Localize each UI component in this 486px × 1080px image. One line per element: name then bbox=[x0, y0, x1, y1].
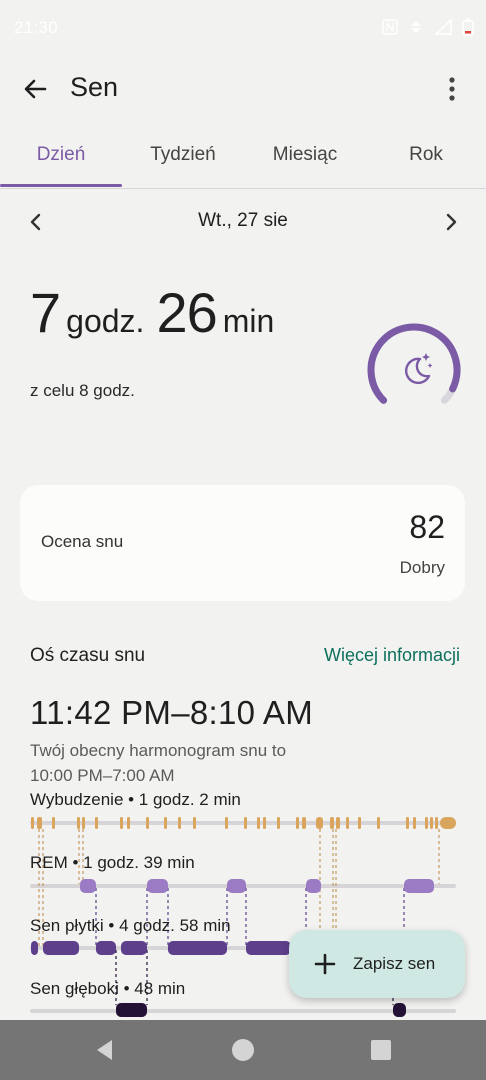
sleep-schedule: Twój obecny harmonogram snu to 10:00 PM–… bbox=[30, 738, 286, 788]
sleep-time-range: 11:42 PM–8:10 AM bbox=[30, 694, 314, 731]
duration-hours-unit: godz. bbox=[66, 303, 145, 339]
more-info-link[interactable]: Więcej informacji bbox=[324, 645, 460, 666]
current-date: Wt., 27 sie bbox=[198, 210, 288, 231]
sleep-score-value: 82 bbox=[409, 509, 445, 545]
nav-back-icon[interactable] bbox=[92, 1037, 118, 1063]
log-sleep-label: Zapisz sen bbox=[353, 954, 436, 973]
log-sleep-button[interactable]: Zapisz sen bbox=[289, 930, 465, 998]
nav-recents-icon[interactable] bbox=[368, 1037, 394, 1063]
status-time: 21:30 bbox=[14, 18, 59, 37]
duration-hours: 7 bbox=[30, 281, 61, 344]
app-bar: Sen bbox=[0, 60, 486, 116]
schedule-line-1: Twój obecny harmonogram snu to bbox=[30, 741, 287, 760]
chevron-left-icon[interactable] bbox=[24, 210, 48, 234]
stage-label-deep: Sen głęboki • 48 min bbox=[30, 979, 186, 998]
more-vert-icon[interactable] bbox=[442, 74, 462, 104]
duration-minutes: 26 bbox=[156, 281, 217, 344]
page-title: Sen bbox=[70, 72, 119, 102]
deep-track bbox=[30, 1009, 456, 1013]
duration-minutes-unit: min bbox=[222, 303, 275, 339]
sleep-score-label: Ocena snu bbox=[41, 532, 124, 551]
sleep-duration: 7 godz. 26 min bbox=[30, 280, 286, 345]
goal-progress-ring bbox=[367, 323, 461, 404]
tab-day[interactable]: Dzień bbox=[0, 144, 122, 166]
tab-month[interactable]: Miesiąc bbox=[244, 144, 366, 166]
date-navigator: Wt., 27 sie bbox=[0, 200, 486, 244]
sleep-score-quality: Dobry bbox=[399, 558, 445, 577]
battery-icon bbox=[462, 18, 474, 36]
tab-indicator bbox=[0, 184, 122, 187]
period-tabs: Dzień Tydzień Miesiąc Rok bbox=[0, 140, 486, 189]
arrow-back-icon[interactable] bbox=[20, 74, 50, 104]
plus-icon bbox=[314, 953, 336, 975]
schedule-line-2: 10:00 PM–7:00 AM bbox=[30, 766, 175, 785]
goal-text: z celu 8 godz. bbox=[30, 381, 135, 400]
stage-label-awake: Wybudzenie • 1 godz. 2 min bbox=[30, 790, 241, 809]
chevron-right-icon[interactable] bbox=[439, 210, 463, 234]
tab-year[interactable]: Rok bbox=[366, 144, 486, 166]
nav-home-icon[interactable] bbox=[230, 1037, 256, 1063]
data-icon bbox=[411, 21, 421, 33]
awake-track bbox=[30, 821, 456, 825]
sleep-score-card[interactable]: Ocena snu 82 Dobry bbox=[20, 485, 465, 601]
nfc-icon bbox=[382, 19, 398, 35]
stage-label-rem: REM • 1 godz. 39 min bbox=[30, 853, 195, 872]
tab-week[interactable]: Tydzień bbox=[122, 144, 244, 166]
system-nav-bar bbox=[0, 1020, 486, 1080]
status-bar: 21:30 bbox=[0, 0, 486, 56]
timeline-title: Oś czasu snu bbox=[30, 645, 146, 666]
signal-icon bbox=[434, 19, 452, 35]
moon-stars-icon bbox=[405, 353, 433, 385]
stage-label-light: Sen płytki • 4 godz. 58 min bbox=[30, 916, 231, 935]
